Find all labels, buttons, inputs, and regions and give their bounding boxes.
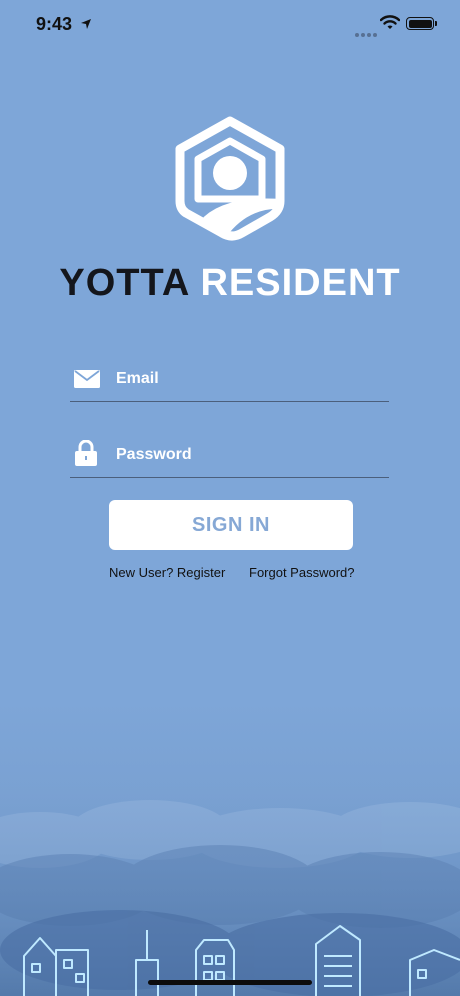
brand-name-dark: YOTTA xyxy=(59,262,189,304)
sign-in-button[interactable]: SIGN IN xyxy=(109,500,353,550)
brand-title: YOTTA RESIDENT xyxy=(0,262,460,305)
city-clouds-illustration xyxy=(0,760,460,996)
forgot-password-link[interactable]: Forgot Password? xyxy=(249,565,355,580)
email-input[interactable] xyxy=(116,364,376,394)
email-field xyxy=(70,356,389,402)
wifi-icon xyxy=(379,15,401,35)
battery-icon xyxy=(406,17,437,30)
brand-name-light: RESIDENT xyxy=(200,262,401,304)
password-field xyxy=(70,432,389,478)
home-indicator[interactable] xyxy=(148,980,312,985)
status-time: 9:43 xyxy=(36,14,73,34)
location-arrow-icon xyxy=(80,17,92,35)
signal-dots-icon xyxy=(355,24,379,42)
app-logo xyxy=(170,115,290,247)
envelope-icon xyxy=(74,370,100,393)
status-bar: 9:43 xyxy=(0,0,460,50)
lock-icon xyxy=(74,439,98,471)
register-link[interactable]: New User? Register xyxy=(109,565,225,580)
password-input[interactable] xyxy=(116,440,376,470)
login-screen: 9:43 YOTTA RESIDENT Email SIGN IN New Us… xyxy=(0,0,460,996)
